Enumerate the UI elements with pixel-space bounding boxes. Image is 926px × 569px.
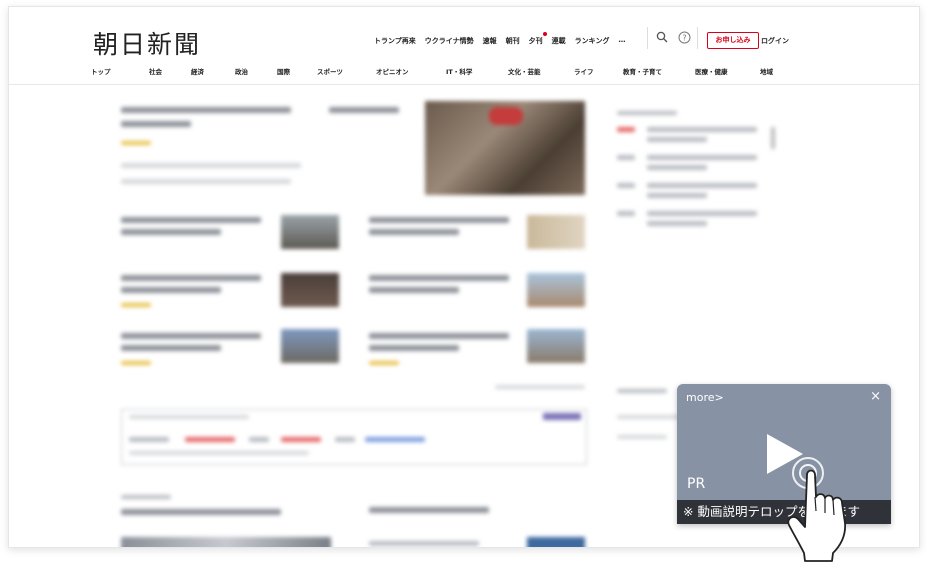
text-line bbox=[249, 437, 269, 442]
nav-economy[interactable]: 経済 bbox=[191, 66, 204, 76]
headline-line bbox=[121, 121, 191, 127]
subscribe-button[interactable]: お申し込み bbox=[707, 32, 759, 49]
ranking-line bbox=[647, 137, 707, 142]
pr-label: PR bbox=[687, 476, 706, 492]
article-title bbox=[369, 287, 459, 293]
nav-region[interactable]: 地域 bbox=[760, 66, 773, 76]
article-title bbox=[369, 507, 489, 513]
site-header: 朝日新聞 トランプ再来 ウクライナ情勢 速報 朝刊 夕刊 連載 ランキング … … bbox=[9, 7, 919, 99]
nav-society[interactable]: 社会 bbox=[149, 66, 162, 76]
nav-top[interactable]: トップ bbox=[91, 66, 111, 76]
nav-health[interactable]: 医療・健康 bbox=[695, 66, 728, 76]
ranking-badge bbox=[617, 183, 635, 188]
ranking-line bbox=[647, 183, 757, 188]
text-line bbox=[129, 415, 249, 419]
top-link-evening[interactable]: 夕刊 bbox=[529, 32, 547, 46]
top-link-series[interactable]: 連載 bbox=[552, 36, 566, 46]
article-title bbox=[369, 333, 509, 339]
article-thumb[interactable] bbox=[527, 537, 585, 547]
article-title bbox=[121, 333, 261, 339]
section-heading bbox=[617, 389, 667, 393]
browser-frame: 朝日新聞 トランプ再来 ウクライナ情勢 速報 朝刊 夕刊 連載 ランキング … … bbox=[8, 6, 920, 548]
section-heading bbox=[121, 495, 171, 499]
article-thumb[interactable] bbox=[527, 215, 585, 249]
text-line bbox=[121, 163, 301, 168]
meta-line bbox=[369, 361, 399, 365]
text-line bbox=[617, 435, 667, 439]
ranking-line bbox=[647, 193, 707, 198]
article-title bbox=[369, 217, 509, 223]
help-icon[interactable]: ? bbox=[677, 31, 691, 45]
article-title bbox=[121, 275, 261, 281]
article-image[interactable] bbox=[121, 537, 331, 547]
box-tag bbox=[543, 413, 581, 420]
text-line bbox=[129, 437, 169, 442]
top-link-ukraine[interactable]: ウクライナ情勢 bbox=[425, 36, 474, 46]
ranking-heading bbox=[617, 111, 677, 115]
highlight-line bbox=[185, 437, 235, 442]
more-menu-icon[interactable]: … bbox=[618, 36, 625, 46]
meta-line bbox=[121, 303, 151, 307]
meta-line bbox=[121, 361, 151, 365]
top-link-trump[interactable]: トランプ再来 bbox=[374, 36, 416, 46]
divider bbox=[647, 27, 648, 49]
top-link-breaking[interactable]: 速報 bbox=[483, 36, 497, 46]
ranking-line bbox=[647, 165, 707, 170]
nav-opinion[interactable]: オピニオン bbox=[376, 66, 409, 76]
ranking-line bbox=[647, 127, 757, 132]
text-line bbox=[121, 179, 291, 184]
more-link-line bbox=[495, 385, 585, 389]
article-thumb[interactable] bbox=[527, 329, 585, 363]
article-title bbox=[121, 345, 221, 351]
close-icon[interactable]: × bbox=[870, 389, 881, 404]
scrollbar[interactable] bbox=[771, 127, 775, 149]
article-thumb[interactable] bbox=[281, 329, 339, 363]
meta-line bbox=[121, 141, 151, 145]
nav-politics[interactable]: 政治 bbox=[235, 66, 248, 76]
nav-international[interactable]: 国際 bbox=[277, 66, 290, 76]
nav-it-science[interactable]: IT・科学 bbox=[446, 66, 472, 76]
article-thumb[interactable] bbox=[281, 273, 339, 307]
ranking-line bbox=[647, 155, 757, 160]
article-title bbox=[121, 217, 261, 223]
article-title bbox=[121, 509, 281, 515]
site-logo[interactable]: 朝日新聞 bbox=[93, 25, 201, 61]
ranking-badge bbox=[617, 155, 635, 160]
article-title bbox=[369, 229, 459, 235]
highlight-line bbox=[281, 437, 321, 442]
divider bbox=[697, 27, 698, 49]
headline-line bbox=[121, 107, 291, 113]
article-title bbox=[121, 287, 221, 293]
article-title bbox=[121, 229, 221, 235]
article-title bbox=[369, 345, 459, 351]
top-link-ranking[interactable]: ランキング bbox=[575, 36, 610, 46]
article-thumb[interactable] bbox=[281, 215, 339, 249]
search-icon[interactable] bbox=[655, 31, 669, 45]
article-title bbox=[369, 541, 479, 546]
ranking-badge bbox=[617, 127, 635, 132]
top-link-morning[interactable]: 朝刊 bbox=[506, 36, 520, 46]
nav-education[interactable]: 教育・子育て bbox=[623, 66, 662, 76]
nav-culture[interactable]: 文化・芸能 bbox=[508, 66, 541, 76]
login-link[interactable]: ログイン bbox=[761, 36, 789, 46]
lead-photo-detail bbox=[489, 107, 523, 125]
hand-pointer-icon bbox=[787, 457, 846, 562]
more-link[interactable]: more> bbox=[686, 391, 724, 404]
ranking-line bbox=[647, 221, 707, 226]
text-line bbox=[129, 451, 309, 455]
nav-life[interactable]: ライフ bbox=[574, 66, 594, 76]
svg-text:?: ? bbox=[682, 33, 686, 42]
headline-line bbox=[329, 107, 399, 113]
top-links: トランプ再来 ウクライナ情勢 速報 朝刊 夕刊 連載 ランキング … bbox=[374, 32, 625, 46]
ranking-line bbox=[647, 211, 757, 216]
main-nav: トップ 社会 経済 政治 国際 スポーツ オピニオン IT・科学 文化・芸能 ラ… bbox=[9, 64, 919, 85]
ranking-badge bbox=[617, 211, 635, 216]
link-line bbox=[365, 437, 425, 442]
nav-sports[interactable]: スポーツ bbox=[317, 66, 343, 76]
article-title bbox=[369, 275, 509, 281]
article-thumb[interactable] bbox=[527, 273, 585, 307]
text-line bbox=[335, 437, 355, 442]
